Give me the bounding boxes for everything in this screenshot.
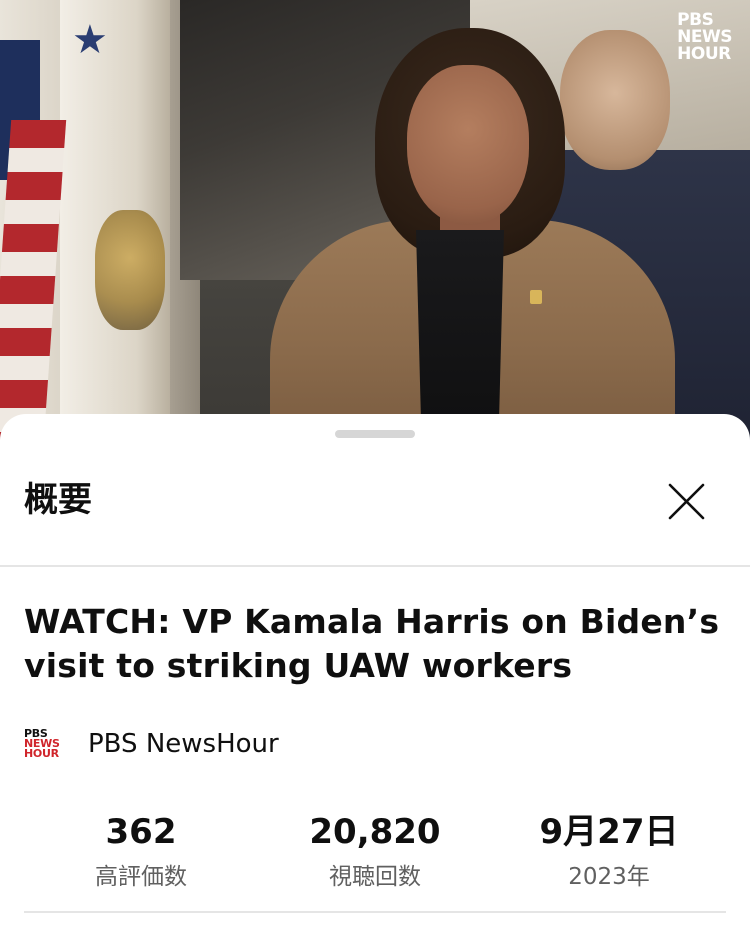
star-icon: ★ bbox=[72, 17, 108, 63]
flag-pin bbox=[530, 290, 542, 304]
views-label: 視聴回数 bbox=[329, 864, 421, 890]
close-icon bbox=[668, 483, 705, 520]
channel-name[interactable]: PBS NewsHour bbox=[88, 729, 279, 759]
stat-likes: 362 高評価数 bbox=[24, 810, 258, 892]
divider bbox=[0, 565, 750, 567]
upload-date: 9月27日 bbox=[539, 812, 679, 852]
person-face bbox=[407, 65, 529, 225]
video-title: WATCH: VP Kamala Harris on Biden’s visit… bbox=[24, 602, 720, 685]
drag-handle[interactable] bbox=[335, 430, 415, 438]
divider bbox=[24, 911, 726, 913]
close-button[interactable] bbox=[660, 476, 712, 528]
pbs-newshour-watermark: PBS NEWS HOUR bbox=[677, 12, 732, 63]
likes-count: 362 bbox=[105, 812, 177, 852]
stats-row: 362 高評価数 20,820 視聴回数 9月27日 2023年 bbox=[24, 810, 726, 910]
stat-date: 9月27日 2023年 bbox=[492, 810, 726, 892]
stat-views: 20,820 視聴回数 bbox=[258, 810, 492, 892]
background-portrait-face bbox=[560, 30, 670, 170]
channel-row[interactable]: PBS NEWS HOUR PBS NewsHour bbox=[24, 722, 279, 766]
views-count: 20,820 bbox=[309, 812, 441, 852]
video-player[interactable]: ★ PBS NEWS HOUR bbox=[0, 0, 750, 440]
seal-emblem bbox=[95, 210, 165, 330]
sheet-title: 概要 bbox=[24, 480, 92, 520]
watermark-line-3: HOUR bbox=[677, 44, 731, 64]
likes-label: 高評価数 bbox=[95, 864, 187, 890]
description-sheet: 概要 WATCH: VP Kamala Harris on Biden’s vi… bbox=[0, 414, 750, 933]
channel-avatar[interactable]: PBS NEWS HOUR bbox=[24, 724, 68, 764]
screen: ★ PBS NEWS HOUR 概要 WATCH: VP Kamala Harr… bbox=[0, 0, 750, 933]
upload-year: 2023年 bbox=[568, 864, 650, 890]
person-shirt bbox=[416, 230, 504, 440]
channel-logo-line-3: HOUR bbox=[24, 747, 59, 760]
